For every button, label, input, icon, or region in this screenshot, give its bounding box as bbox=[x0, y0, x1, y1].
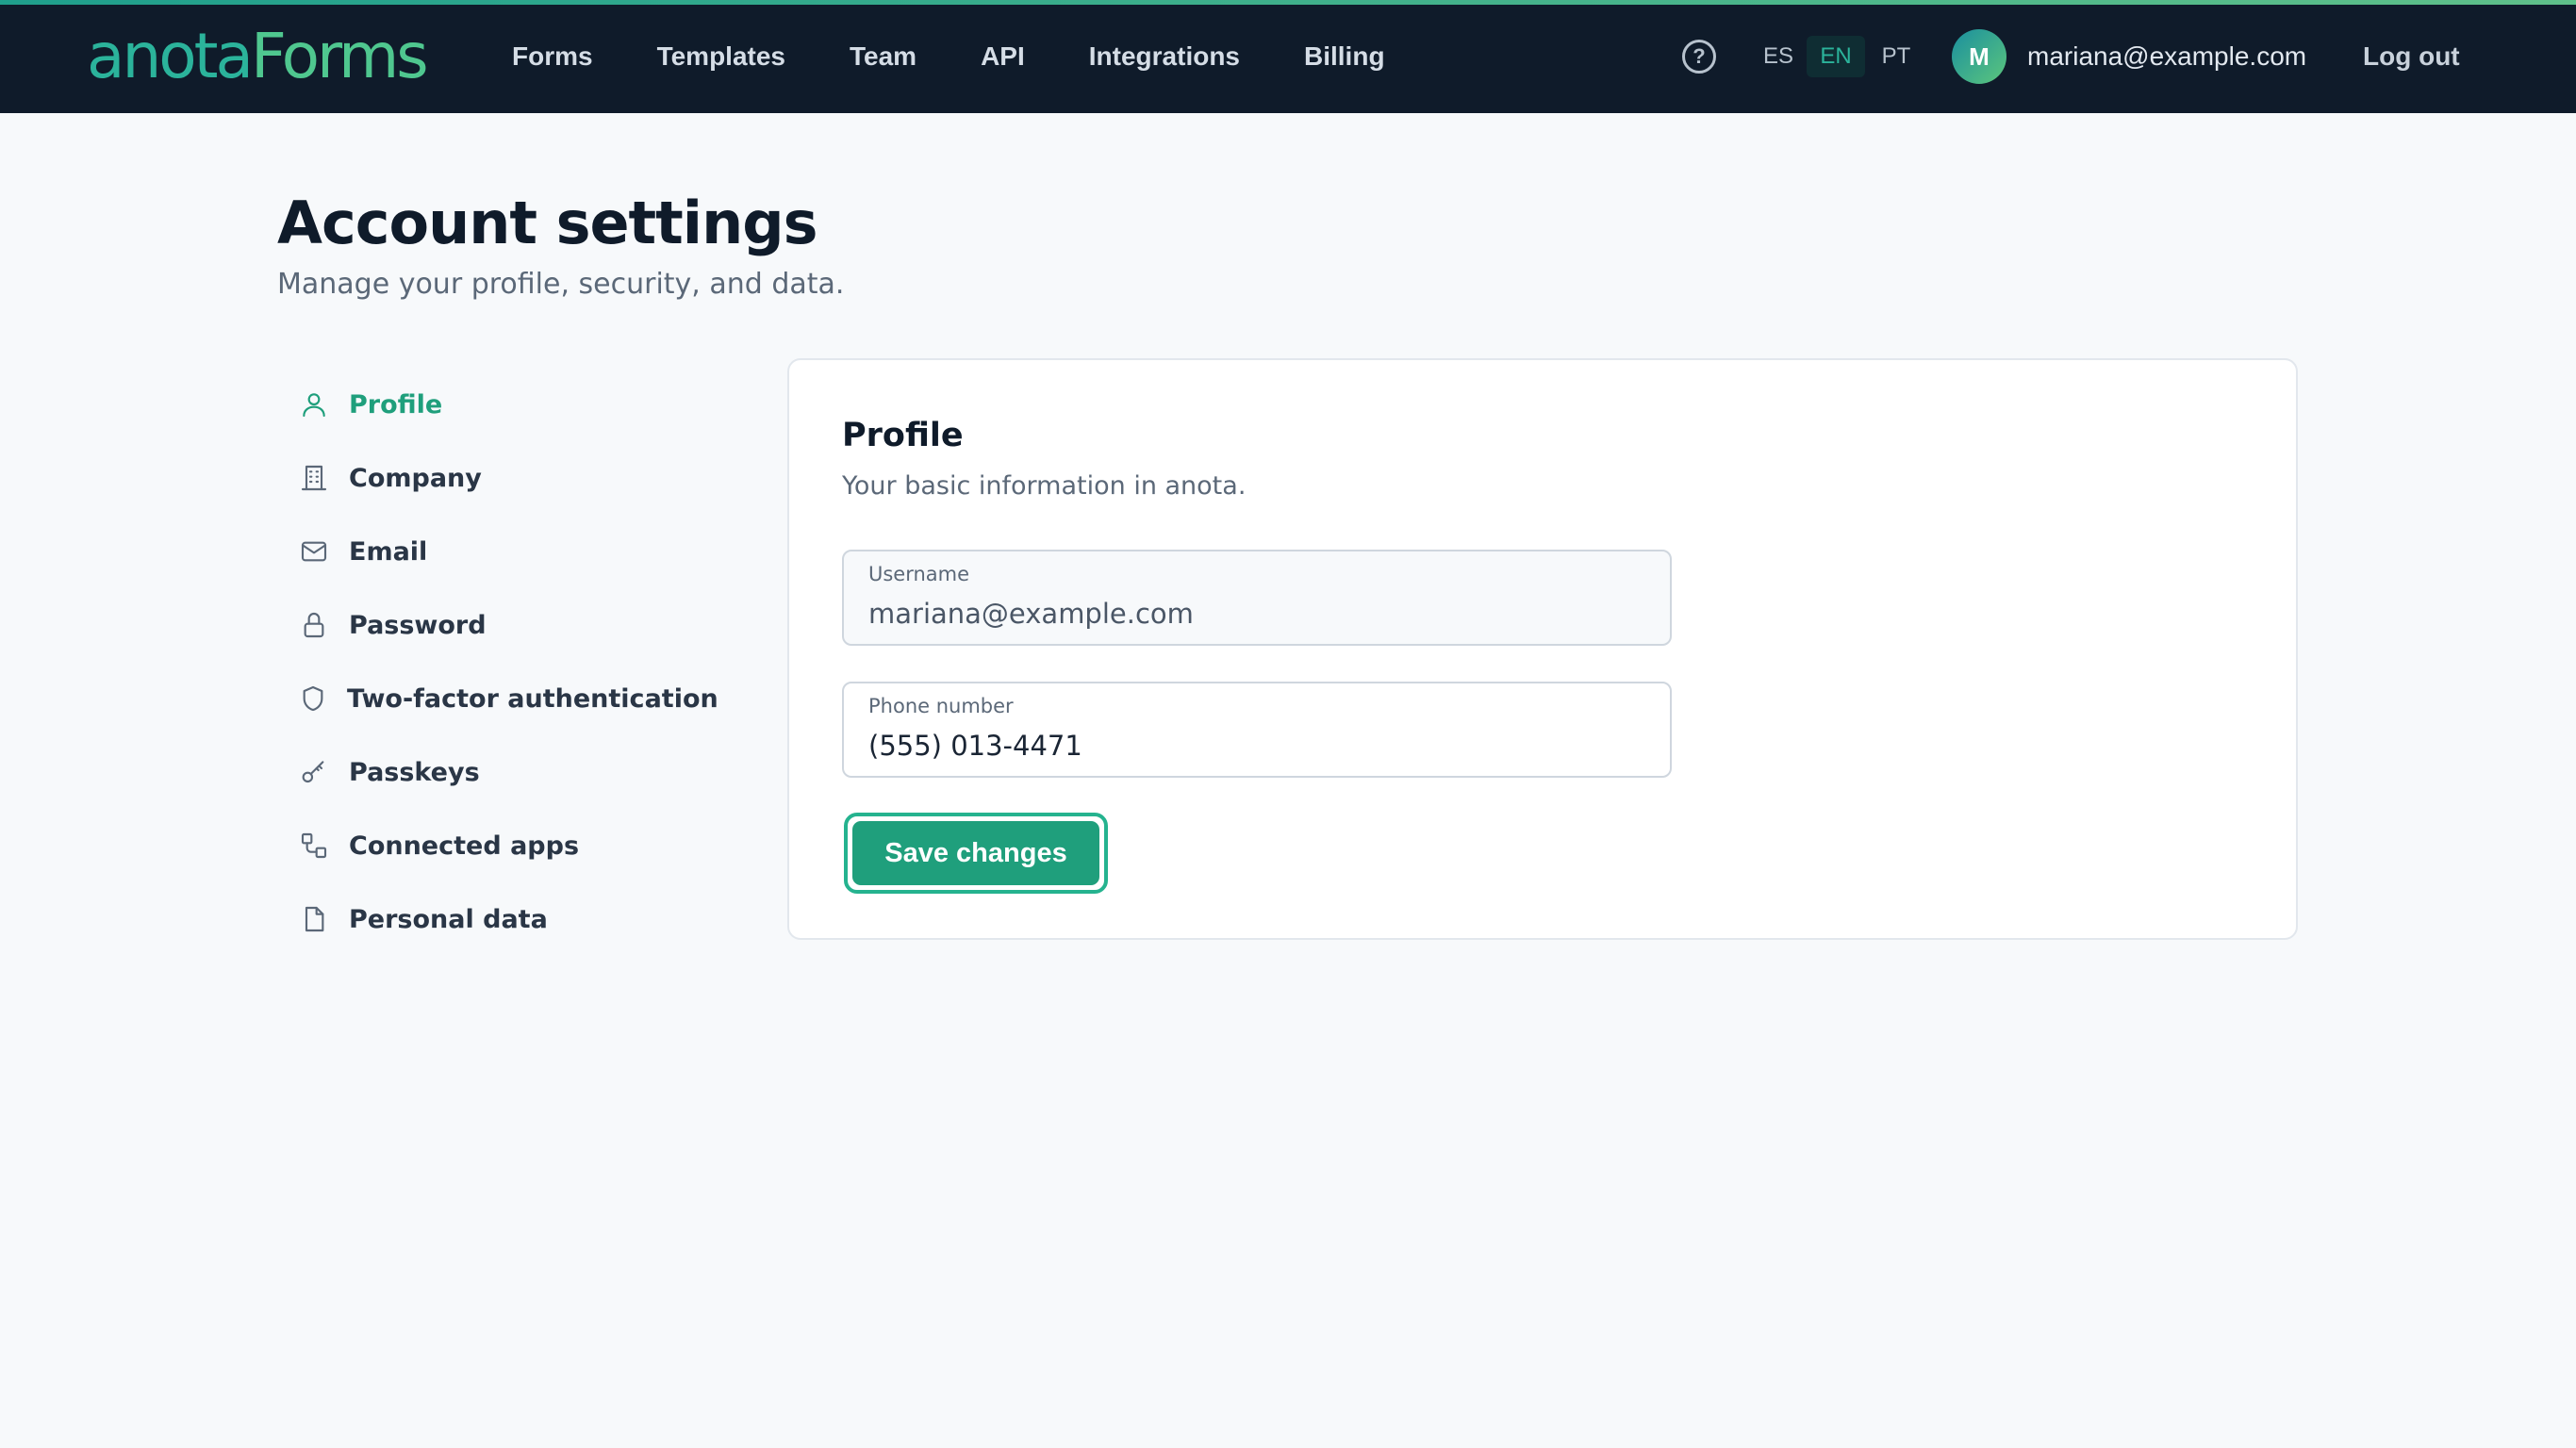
sidebar-item-password[interactable]: Password bbox=[277, 588, 711, 662]
key-icon bbox=[298, 756, 330, 788]
avatar[interactable]: M bbox=[1952, 29, 2006, 84]
top-accent-stripe bbox=[0, 0, 2576, 5]
nav-item-team[interactable]: Team bbox=[817, 34, 949, 79]
profile-subtitle: Your basic information in anota. bbox=[842, 471, 1247, 501]
document-icon bbox=[298, 903, 330, 935]
main-nav: Forms Templates Team API Integrations Bi… bbox=[512, 34, 1417, 79]
help-icon[interactable]: ? bbox=[1682, 40, 1716, 74]
lock-icon bbox=[298, 609, 330, 641]
sidebar-item-label: Profile bbox=[349, 389, 443, 420]
phone-label: Phone number bbox=[868, 695, 1014, 717]
phone-input[interactable] bbox=[868, 725, 1642, 766]
username-field[interactable]: Username bbox=[842, 550, 1672, 646]
brand-name-part1: anota bbox=[87, 20, 254, 92]
user-icon bbox=[298, 388, 330, 420]
sidebar-item-email[interactable]: Email bbox=[277, 515, 711, 588]
sidebar-item-label: Two-factor authentication bbox=[347, 683, 718, 714]
phone-field[interactable]: Phone number bbox=[842, 682, 1672, 778]
page-subtitle: Manage your profile, security, and data. bbox=[277, 268, 845, 301]
user-email[interactable]: mariana@example.com bbox=[2027, 36, 2306, 77]
username-input[interactable] bbox=[868, 593, 1642, 634]
logout-button[interactable]: Log out bbox=[2363, 34, 2460, 79]
brand-logo[interactable]: anotaForms bbox=[87, 20, 429, 92]
sidebar-item-label: Personal data bbox=[349, 904, 548, 934]
save-button-label: Save changes bbox=[852, 821, 1099, 885]
sidebar-item-profile[interactable]: Profile bbox=[277, 368, 711, 441]
brand-name-part2: Forms bbox=[250, 20, 429, 92]
page-title: Account settings bbox=[277, 189, 817, 257]
sidebar-item-passkeys[interactable]: Passkeys bbox=[277, 735, 711, 809]
language-pt[interactable]: PT bbox=[1876, 36, 1916, 77]
sidebar-item-two-factor[interactable]: Two-factor authentication bbox=[277, 662, 718, 735]
envelope-icon bbox=[298, 535, 330, 568]
nav-item-templates[interactable]: Templates bbox=[625, 34, 817, 79]
sidebar-item-company[interactable]: Company bbox=[277, 441, 711, 515]
profile-title: Profile bbox=[842, 417, 964, 454]
sidebar-item-connected-apps[interactable]: Connected apps bbox=[277, 809, 711, 882]
nav-item-billing[interactable]: Billing bbox=[1272, 34, 1417, 79]
settings-sidebar: Profile Company Email Password Two-facto… bbox=[277, 368, 718, 956]
sidebar-item-label: Passkeys bbox=[349, 757, 480, 787]
save-button[interactable]: Save changes bbox=[844, 813, 1108, 894]
username-label: Username bbox=[868, 563, 970, 585]
building-icon bbox=[298, 462, 330, 494]
nav-item-forms[interactable]: Forms bbox=[512, 34, 625, 79]
top-navigation-bar: anotaForms Forms Templates Team API Inte… bbox=[0, 0, 2576, 113]
language-es[interactable]: ES bbox=[1759, 36, 1797, 77]
connected-apps-icon bbox=[298, 830, 330, 862]
sidebar-item-label: Email bbox=[349, 536, 428, 567]
sidebar-item-label: Connected apps bbox=[349, 831, 580, 861]
profile-card: Profile Your basic information in anota.… bbox=[787, 358, 2298, 940]
sidebar-item-personal-data[interactable]: Personal data bbox=[277, 882, 711, 956]
shield-icon bbox=[298, 683, 328, 715]
sidebar-item-label: Company bbox=[349, 463, 482, 493]
sidebar-item-label: Password bbox=[349, 610, 487, 640]
language-en[interactable]: EN bbox=[1807, 36, 1865, 77]
nav-item-integrations[interactable]: Integrations bbox=[1057, 34, 1272, 79]
nav-item-api[interactable]: API bbox=[949, 34, 1057, 79]
